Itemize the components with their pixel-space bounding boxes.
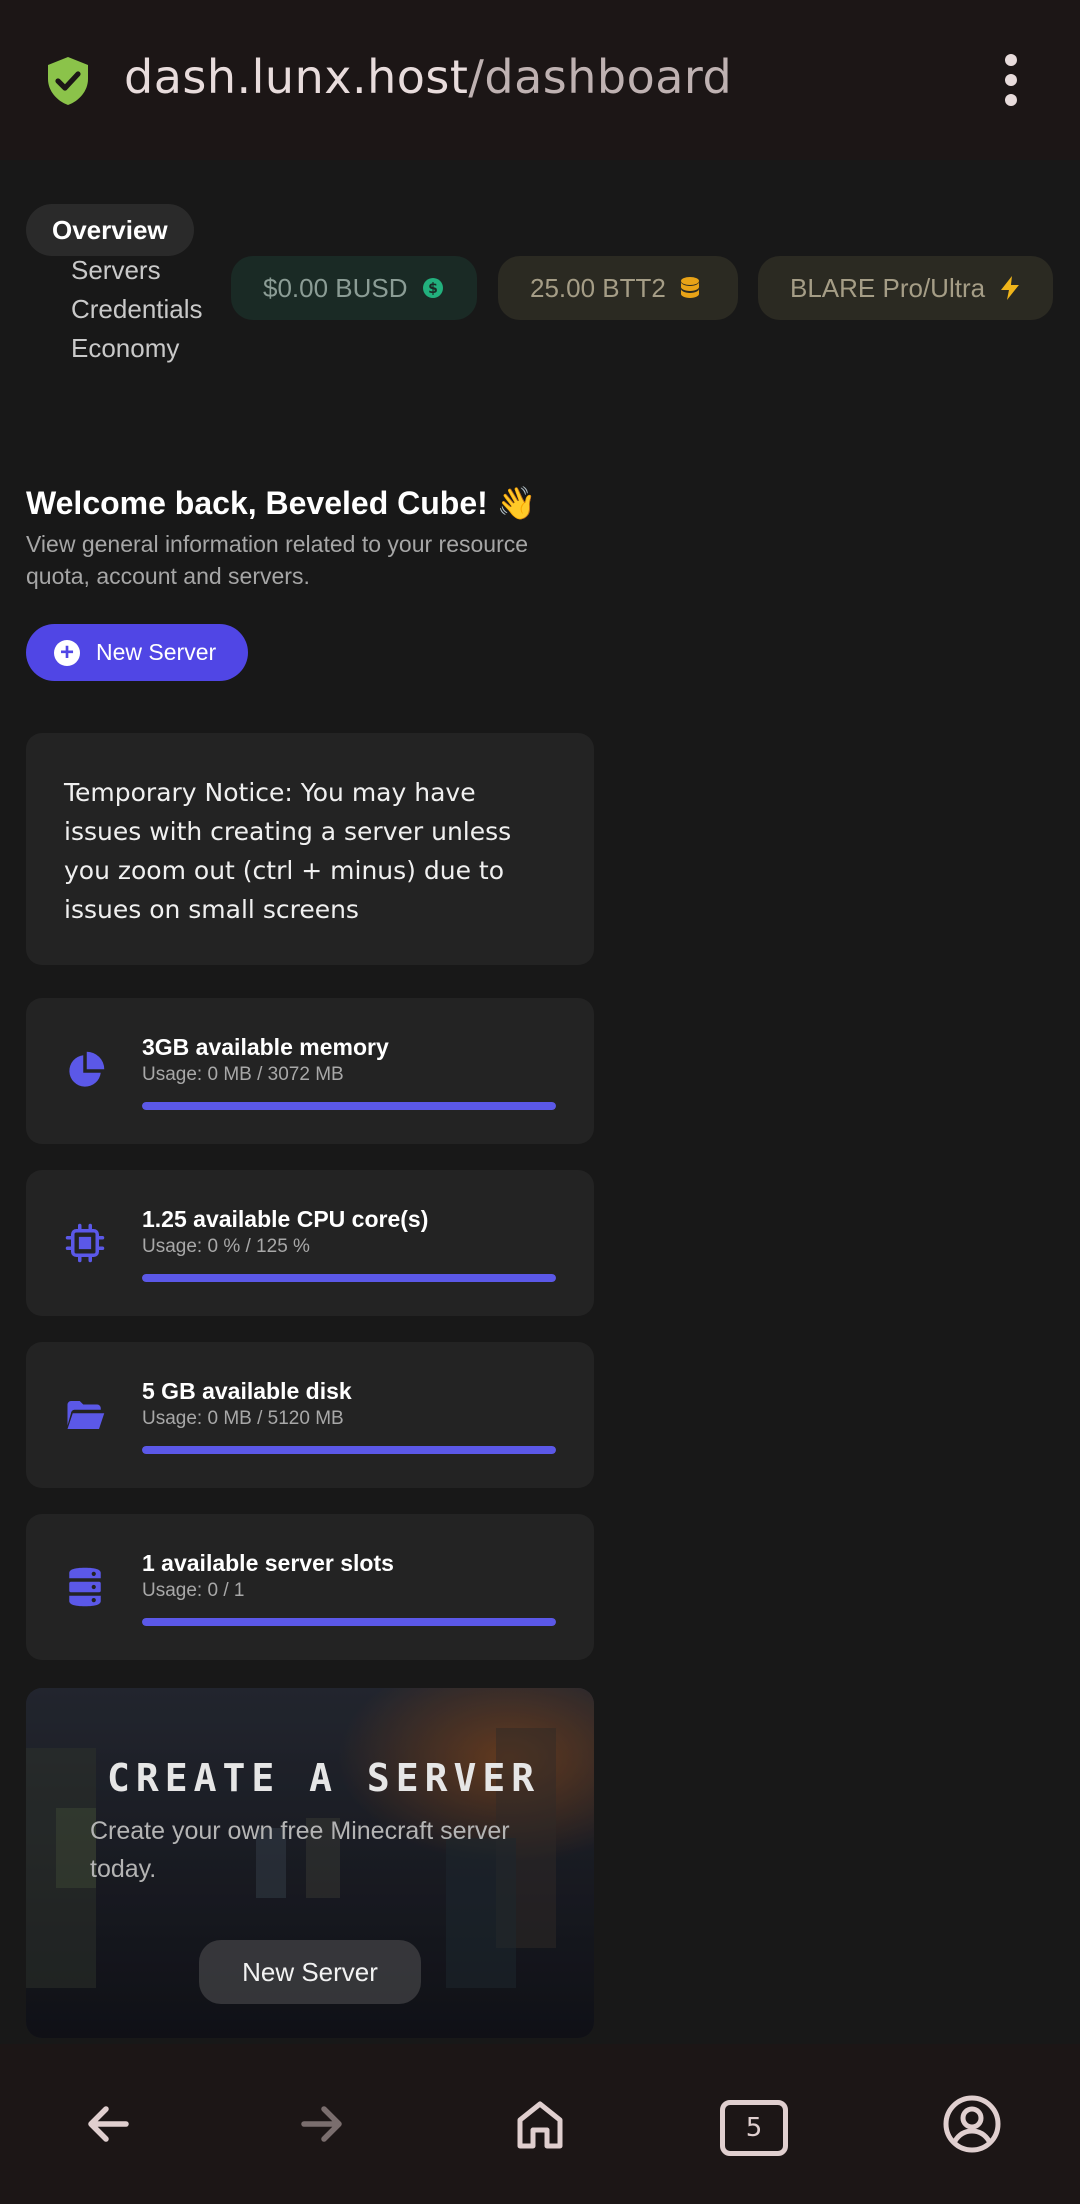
plan-chip[interactable]: BLARE Pro/Ultra — [758, 256, 1053, 320]
disk-usage-bar — [142, 1446, 556, 1454]
bar-fill — [142, 1274, 556, 1282]
server-icon — [69, 1567, 101, 1607]
promo-title: CREATE A SERVER — [107, 1756, 541, 1800]
stat-title: 1 available server slots — [142, 1550, 394, 1576]
busd-balance: $0.00 BUSD — [263, 272, 408, 303]
btt2-balance-chip[interactable]: 25.00 BTT2 — [498, 256, 738, 320]
forward-arrow-icon[interactable] — [290, 2092, 354, 2156]
nav-item-economy[interactable]: Economy — [71, 333, 179, 364]
tab-switcher-button[interactable]: 5 — [720, 2100, 788, 2156]
url-host: dash.lunx.host — [124, 50, 469, 104]
temporary-notice: Temporary Notice: You may have issues wi… — [26, 733, 594, 965]
busd-balance-chip[interactable]: $0.00 BUSD $ — [231, 256, 477, 320]
browser-url-bar: dash.lunx.host/dashboard — [0, 0, 1080, 160]
lightning-icon — [1001, 276, 1020, 300]
plus-circle-icon: + — [54, 639, 80, 666]
stat-usage: Usage: 0 MB / 5120 MB — [142, 1408, 344, 1429]
promo-subtitle: Create your own free Minecraft server to… — [90, 1817, 510, 1883]
stat-title: 1.25 available CPU core(s) — [142, 1206, 429, 1232]
stat-title: 3GB available memory — [142, 1034, 389, 1060]
folder-icon — [67, 1401, 105, 1429]
dollar-coin-icon: $ — [422, 278, 443, 298]
stat-card-disk: 5 GB available disk Usage: 0 MB / 5120 M… — [26, 1342, 594, 1488]
coin-stack-icon — [680, 277, 699, 298]
back-arrow-icon[interactable] — [76, 2092, 140, 2156]
promo-new-server-button[interactable]: New Server — [199, 1940, 421, 2004]
url-path: /dashboard — [468, 50, 733, 104]
stat-card-server-slots: 1 available server slots Usage: 0 / 1 — [26, 1514, 594, 1660]
memory-usage-bar — [142, 1102, 556, 1110]
pie-chart-icon — [69, 1051, 105, 1087]
create-server-promo: CREATE A SERVER Create your own free Min… — [26, 1688, 594, 2038]
stat-usage: Usage: 0 / 1 — [142, 1580, 245, 1601]
stat-usage: Usage: 0 % / 125 % — [142, 1236, 310, 1257]
bar-fill — [142, 1446, 556, 1454]
stat-usage: Usage: 0 MB / 3072 MB — [142, 1064, 344, 1085]
cpu-icon — [65, 1223, 105, 1263]
nav-item-credentials[interactable]: Credentials — [71, 294, 203, 325]
bar-fill — [142, 1618, 556, 1626]
server-slots-usage-bar — [142, 1618, 556, 1626]
stat-card-memory: 3GB available memory Usage: 0 MB / 3072 … — [26, 998, 594, 1144]
cpu-usage-bar — [142, 1274, 556, 1282]
svg-text:$: $ — [428, 281, 438, 297]
nav-item-overview[interactable]: Overview — [26, 204, 194, 256]
url-field[interactable]: dash.lunx.host/dashboard — [124, 50, 732, 104]
page-subtitle: View general information related to your… — [26, 531, 529, 589]
plan-label: BLARE Pro/Ultra — [790, 272, 986, 303]
shield-check-icon[interactable] — [44, 55, 92, 107]
stat-card-cpu: 1.25 available CPU core(s) Usage: 0 % / … — [26, 1170, 594, 1316]
more-options-icon[interactable] — [996, 54, 1026, 106]
bar-fill — [142, 1102, 556, 1110]
nav-item-servers[interactable]: Servers — [71, 255, 161, 286]
new-server-button[interactable]: + New Server — [26, 624, 248, 681]
stat-title: 5 GB available disk — [142, 1378, 352, 1404]
btt2-balance: 25.00 BTT2 — [530, 272, 666, 303]
browser-bottom-bar — [0, 2044, 1080, 2204]
new-server-label: New Server — [96, 639, 217, 665]
home-icon[interactable] — [508, 2092, 572, 2156]
account-icon[interactable] — [940, 2092, 1004, 2156]
page-title: Welcome back, Beveled Cube! 👋 — [26, 485, 537, 521]
